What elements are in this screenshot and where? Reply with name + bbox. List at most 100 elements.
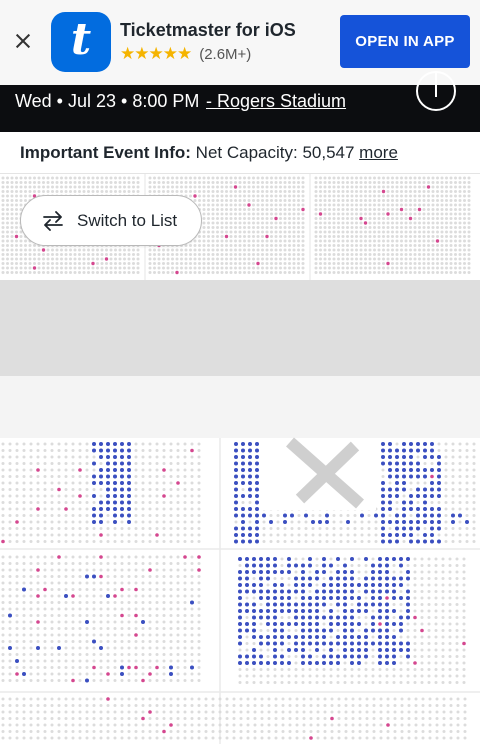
unavailable-seat [422, 203, 426, 207]
unavailable-seat [193, 253, 197, 256]
unavailable-seat [404, 212, 408, 216]
unavailable-seat [332, 212, 336, 216]
unavailable-seat [57, 533, 61, 537]
unavailable-seat [323, 199, 327, 202]
unavailable-seat [373, 262, 376, 265]
seat-map[interactable] [0, 174, 480, 744]
unavailable-seat [183, 607, 187, 611]
unavailable-seat [22, 697, 26, 701]
unavailable-seat [341, 208, 345, 211]
unavailable-seat [279, 235, 282, 238]
unavailable-seat [391, 262, 394, 265]
unavailable-seat [183, 455, 187, 459]
info-circle-icon[interactable] [416, 71, 456, 111]
unavailable-seat [445, 212, 448, 216]
available-seat [255, 468, 259, 472]
available-seat [385, 576, 389, 581]
unavailable-seat [106, 555, 110, 559]
unavailable-seat [207, 248, 210, 252]
unavailable-seat [207, 181, 210, 184]
unavailable-seat [462, 661, 466, 665]
unavailable-seat [216, 239, 219, 243]
open-in-app-button[interactable]: OPEN IN APP [340, 15, 470, 68]
unavailable-seat [105, 248, 108, 252]
unavailable-seat [413, 257, 417, 261]
unavailable-seat [265, 253, 269, 256]
unavailable-seat [377, 181, 381, 184]
unavailable-seat [266, 648, 270, 652]
unavailable-seat [234, 266, 237, 270]
unavailable-seat [427, 609, 431, 613]
unavailable-seat [184, 190, 188, 193]
unavailable-seat [176, 488, 180, 491]
unavailable-seat [328, 217, 331, 220]
venue-link[interactable]: - Rogers Stadium [206, 91, 346, 112]
unavailable-seat [148, 253, 152, 256]
available-seat [252, 654, 256, 659]
available-seat [395, 448, 399, 453]
available-seat [385, 615, 389, 620]
unavailable-seat [287, 674, 291, 678]
unavailable-seat [427, 239, 430, 243]
unavailable-seat [15, 239, 18, 243]
unavailable-seat [256, 221, 260, 225]
switch-to-list-button[interactable]: Switch to List [20, 195, 202, 246]
unavailable-seat [136, 176, 140, 180]
unavailable-seat [455, 655, 459, 658]
unavailable-seat [449, 190, 453, 193]
unavailable-seat [346, 262, 349, 265]
unavailable-seat [232, 717, 236, 720]
unavailable-seat [43, 601, 47, 604]
unavailable-seat [46, 266, 50, 270]
close-icon[interactable] [12, 30, 34, 52]
unavailable-seat [136, 266, 140, 270]
unavailable-seat [78, 646, 82, 650]
unavailable-seat [176, 520, 180, 524]
unavailable-seat [64, 659, 68, 663]
unavailable-seat [141, 601, 145, 604]
unavailable-seat [404, 262, 408, 265]
unavailable-seat [422, 266, 426, 270]
unavailable-seat [413, 557, 417, 561]
unavailable-seat [166, 185, 170, 189]
unavailable-seat [283, 176, 287, 180]
unavailable-seat [290, 533, 294, 537]
unavailable-seat [8, 697, 12, 701]
unavailable-seat [431, 221, 435, 225]
unavailable-seat [8, 594, 12, 598]
unavailable-seat [118, 190, 122, 193]
available-seat [329, 628, 333, 633]
unavailable-seat [43, 672, 47, 676]
unavailable-seat [60, 181, 63, 184]
unavailable-seat [169, 614, 173, 617]
available-seat [322, 615, 326, 620]
available-seat [409, 455, 413, 459]
unavailable-seat [85, 468, 89, 472]
unavailable-seat [413, 217, 417, 220]
unavailable-seat [141, 568, 145, 572]
unavailable-seat [239, 723, 243, 727]
unavailable-seat [71, 449, 75, 452]
unavailable-seat [211, 704, 215, 707]
unavailable-seat [431, 230, 435, 234]
unavailable-seat [372, 730, 376, 733]
unavailable-seat [358, 723, 362, 727]
unavailable-seat [43, 653, 47, 656]
unavailable-seat [283, 208, 287, 211]
unavailable-seat [8, 633, 12, 637]
unavailable-seat [22, 555, 26, 559]
unavailable-seat [183, 659, 187, 663]
seat-map-canvas[interactable] [0, 174, 480, 744]
unavailable-seat [190, 481, 194, 485]
unavailable-seat [440, 226, 444, 229]
unavailable-seat [29, 475, 33, 478]
unavailable-seat [171, 253, 174, 256]
unavailable-seat [404, 271, 408, 274]
unavailable-seat [153, 271, 156, 274]
unavailable-seat [391, 185, 394, 189]
more-link[interactable]: more [359, 143, 398, 162]
unavailable-seat [207, 235, 210, 238]
unavailable-seat [1, 527, 5, 530]
unavailable-seat [50, 646, 54, 650]
unavailable-seat [162, 449, 166, 452]
